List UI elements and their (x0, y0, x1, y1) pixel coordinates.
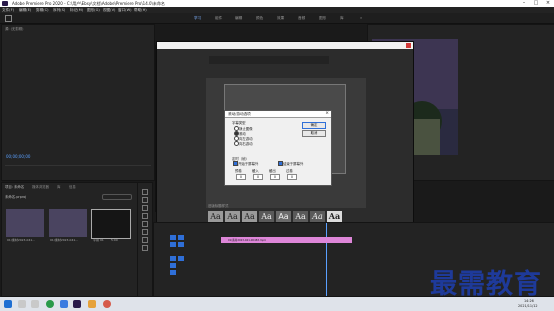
v1-target-toggle[interactable] (170, 235, 176, 240)
hand-tool-icon[interactable] (142, 237, 148, 243)
media-label: 字幕 01 (93, 238, 104, 242)
v1-track-toggle[interactable] (178, 235, 184, 240)
style-sample[interactable]: Aa (310, 211, 325, 222)
dialog-close-icon[interactable]: × (325, 111, 329, 116)
media-label: 01/素材2023-041... (7, 238, 36, 242)
media-thumbnail[interactable] (49, 209, 87, 237)
styles-label: 旧版标题样式 (208, 204, 229, 208)
media-duration: 5:00 (111, 238, 118, 242)
app-icon[interactable] (60, 300, 68, 308)
workspace-editing[interactable]: 编辑 (235, 16, 242, 21)
cancel-button[interactable]: 取消 (302, 130, 326, 137)
maximize-icon[interactable]: □ (530, 0, 542, 7)
type-tool-icon[interactable] (142, 245, 148, 251)
project-search-input[interactable] (102, 194, 132, 200)
selection-tool-icon[interactable] (142, 189, 148, 195)
clip-label: 01/素材2023-041-00483.mp4 (228, 239, 266, 242)
premiere-logo-icon (2, 1, 8, 6)
style-sample[interactable]: Aa (225, 211, 240, 222)
media-browser-tab[interactable]: 媒体浏览器 (32, 184, 49, 189)
v2-target-toggle[interactable] (170, 242, 176, 247)
close-window-icon[interactable]: × (542, 0, 554, 7)
ease-in-input[interactable]: 0 (253, 174, 263, 180)
timeline-clip[interactable]: 01/素材2023-041-00483.mp4 (221, 237, 352, 243)
preroll-label: 预卷 (235, 169, 242, 173)
info-tab[interactable]: 信息 (69, 184, 76, 189)
workspace-audio[interactable]: 音频 (298, 16, 305, 21)
ease-out-input[interactable]: 0 (270, 174, 280, 180)
ease-out-label: 缓出 (269, 169, 276, 173)
a1-track-toggle[interactable] (178, 256, 184, 261)
workspace-libraries[interactable]: 库 (340, 16, 344, 21)
folder-icon[interactable] (88, 300, 96, 308)
media-label: 01/素材2023-041... (50, 238, 79, 242)
task-view-icon[interactable] (31, 300, 39, 308)
track-select-tool-icon[interactable] (142, 197, 148, 203)
style-sample[interactable]: Aa (293, 211, 308, 222)
project-name: 未命名.prproj (5, 195, 27, 199)
workspace-bar: 学习 组件 编辑 颜色 效果 音频 图形 库 » (0, 13, 554, 24)
legacy-title-close-icon[interactable] (406, 43, 411, 48)
watermark: 最需教育 (430, 269, 542, 300)
media-thumbnail[interactable] (6, 209, 44, 237)
workspace-more-icon[interactable]: » (360, 16, 362, 20)
source-tab[interactable]: 源: (无剪辑) (5, 26, 45, 31)
ok-button[interactable]: 确定 (302, 122, 326, 129)
source-transport-controls[interactable] (5, 165, 151, 178)
tools-panel (137, 182, 153, 297)
browser-icon[interactable] (46, 300, 54, 308)
home-icon[interactable] (5, 15, 12, 22)
building (410, 119, 440, 155)
razor-tool-icon[interactable] (142, 213, 148, 219)
style-sample[interactable]: Aa (242, 211, 257, 222)
style-sample[interactable]: Aa (276, 211, 291, 222)
taskbar-date: 2021/11/12 (518, 304, 538, 308)
premiere-taskbar-icon[interactable] (73, 300, 81, 308)
title-toolbar (209, 56, 329, 64)
a3-target-toggle[interactable] (170, 270, 176, 275)
project-tab[interactable]: 项目: 未命名 (5, 184, 24, 189)
workspace-graphics[interactable]: 图形 (319, 16, 326, 21)
roll-crawl-options-dialog: 滚动/游动选项 × 字幕类型 静止图像 滚动 向左游动 向右游动 确定 取消 定… (224, 110, 332, 186)
a1-target-toggle[interactable] (170, 256, 176, 261)
title-type-group-label: 字幕类型 (232, 121, 246, 125)
v2-track-toggle[interactable] (178, 242, 184, 247)
a2-target-toggle[interactable] (170, 263, 176, 268)
postroll-label: 过卷 (286, 169, 293, 173)
slip-tool-icon[interactable] (142, 221, 148, 227)
taskbar-time: 14:26 (524, 299, 534, 303)
ease-in-label: 缓入 (252, 169, 259, 173)
ripple-edit-tool-icon[interactable] (142, 205, 148, 211)
search-icon[interactable] (18, 300, 26, 308)
taskbar (0, 297, 554, 311)
workspace-color[interactable]: 颜色 (256, 16, 263, 21)
libraries-tab[interactable]: 库 (57, 184, 60, 189)
workspace-effects[interactable]: 效果 (277, 16, 284, 21)
preroll-input[interactable]: 0 (236, 174, 246, 180)
legacy-title-header (157, 42, 413, 49)
playhead[interactable] (326, 223, 327, 296)
title-thumbnail[interactable] (91, 209, 131, 239)
workspace-learning[interactable]: 学习 (194, 16, 201, 21)
style-sample[interactable]: Aa (327, 211, 342, 222)
dialog-title: 滚动/游动选项 (228, 112, 251, 116)
audio-meters (541, 224, 551, 294)
pen-tool-icon[interactable] (142, 229, 148, 235)
title-bar: Adobe Premiere Pro 2020 - C:\用户\Ebsy\文档\… (0, 0, 554, 7)
windows-start-icon[interactable] (4, 300, 12, 308)
style-sample[interactable]: Aa (259, 211, 274, 222)
postroll-input[interactable]: 0 (287, 174, 297, 180)
workspace-assembly[interactable]: 组件 (215, 16, 222, 21)
app-icon[interactable] (103, 300, 111, 308)
source-timecode: 00;00;00;00 (6, 154, 31, 159)
source-monitor: 源: (无剪辑) 00;00;00;00 (1, 24, 155, 181)
minimize-icon[interactable]: – (518, 0, 530, 7)
track-headers (162, 229, 190, 289)
style-sample[interactable]: Aa (208, 211, 223, 222)
